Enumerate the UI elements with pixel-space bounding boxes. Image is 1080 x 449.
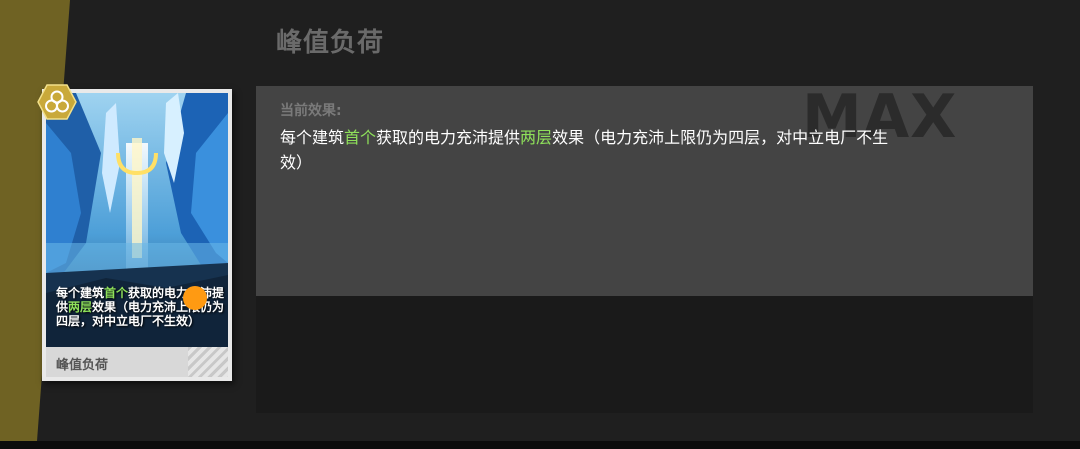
upgrade-card[interactable]: 每个建筑首个获取的电力充沛提供两层效果（电力充沛上限仍为四层，对中立电厂不生效）… [42, 89, 232, 381]
card-name: 峰值负荷 [56, 358, 109, 373]
effect-highlight: 两层 [520, 128, 553, 147]
bottom-edge-strip [0, 441, 1080, 449]
page-title: 峰值负荷 [276, 28, 385, 58]
card-artwork: 每个建筑首个获取的电力充沛提供两层效果（电力充沛上限仍为四层，对中立电厂不生效） [46, 93, 228, 349]
card-desc-highlight: 两层 [68, 300, 93, 314]
card-desc-part: 每个建筑 [56, 286, 105, 300]
effect-highlight: 首个 [344, 128, 377, 147]
effect-description: 每个建筑首个获取的电力充沛提供两层效果（电力充沛上限仍为四层，对中立电厂不生效） [280, 125, 892, 175]
card-desc-highlight: 首个 [104, 286, 129, 300]
card-stripes-decoration [188, 347, 228, 377]
touch-indicator [183, 286, 207, 310]
card-name-bar: 峰值负荷 [46, 347, 228, 377]
effect-text-part: 每个建筑 [280, 128, 345, 147]
effect-text-part: 获取的电力充沛提供 [376, 128, 521, 147]
effect-panel-lower [256, 296, 1033, 413]
triple-circle-icon [37, 84, 77, 120]
effect-label: 当前效果: [280, 103, 342, 119]
